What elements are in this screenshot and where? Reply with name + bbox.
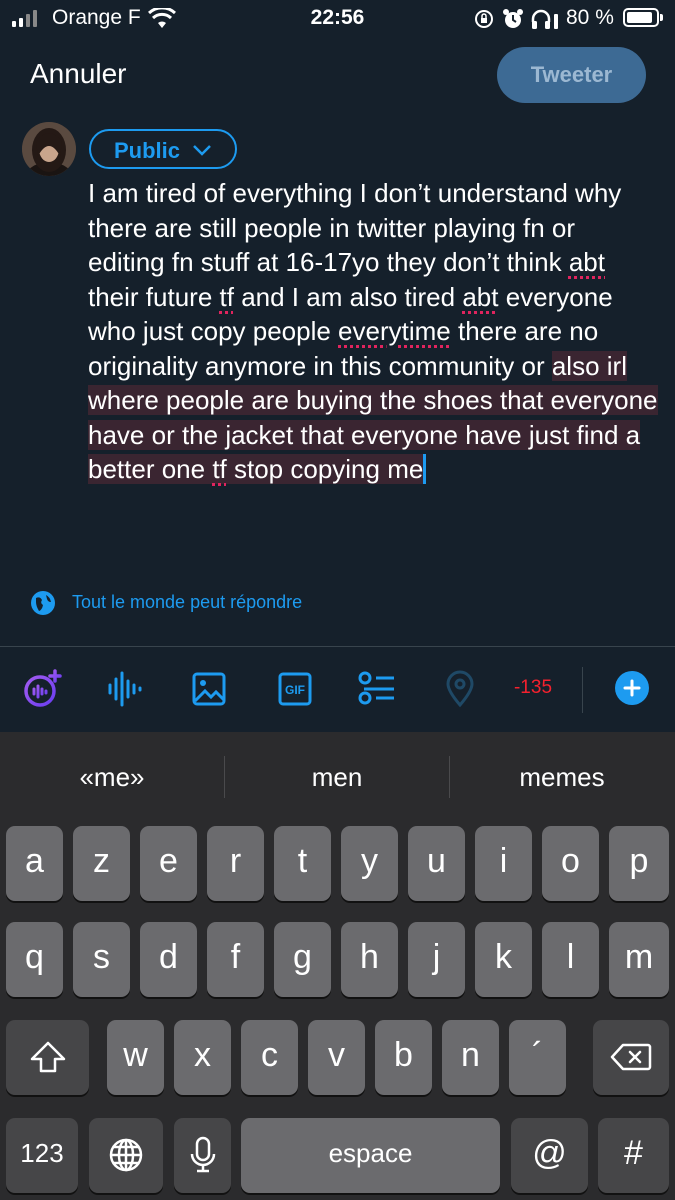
divider bbox=[224, 756, 225, 798]
key-y[interactable]: y bbox=[341, 826, 398, 901]
shift-key[interactable] bbox=[6, 1020, 89, 1095]
tweet-text-part: and I am also tired bbox=[233, 281, 463, 312]
at-key[interactable]: @ bbox=[511, 1118, 588, 1193]
misspelled-word[interactable]: abt bbox=[462, 282, 498, 312]
tweet-button[interactable]: Tweeter bbox=[497, 47, 646, 103]
key-g[interactable]: g bbox=[274, 922, 331, 997]
key-h[interactable]: h bbox=[341, 922, 398, 997]
shift-icon bbox=[30, 1041, 65, 1073]
alarm-icon bbox=[503, 9, 523, 28]
key-u[interactable]: u bbox=[408, 826, 465, 901]
key-p[interactable]: p bbox=[609, 826, 669, 901]
misspelled-word[interactable]: everytime bbox=[338, 316, 451, 346]
backspace-icon bbox=[610, 1043, 652, 1071]
key-r[interactable]: r bbox=[207, 826, 264, 901]
hash-key[interactable]: # bbox=[598, 1118, 669, 1193]
key-a[interactable]: a bbox=[6, 826, 63, 901]
battery-icon bbox=[623, 8, 663, 27]
gif-icon[interactable]: GIF bbox=[276, 669, 316, 709]
audio-icon[interactable] bbox=[104, 669, 144, 709]
avatar-image bbox=[22, 122, 76, 176]
divider bbox=[449, 756, 450, 798]
chevron-down-icon bbox=[193, 145, 211, 156]
battery-percent: 80 % bbox=[566, 6, 614, 29]
svg-text:GIF: GIF bbox=[285, 683, 305, 697]
key-t[interactable]: t bbox=[274, 826, 331, 901]
avatar[interactable] bbox=[22, 122, 76, 176]
tweet-text-input[interactable]: I am tired of everything I don’t underst… bbox=[88, 176, 658, 487]
suggestion-2[interactable]: men bbox=[226, 762, 448, 793]
key-s[interactable]: s bbox=[73, 922, 130, 997]
misspelled-word[interactable]: tf bbox=[212, 454, 227, 484]
key-d[interactable]: d bbox=[140, 922, 197, 997]
text-cursor bbox=[423, 454, 427, 484]
suggestion-3[interactable]: memes bbox=[451, 762, 673, 793]
image-icon[interactable] bbox=[190, 669, 230, 709]
key-c[interactable]: c bbox=[241, 1020, 298, 1095]
key-accent[interactable]: ´ bbox=[509, 1020, 566, 1095]
keyboard: «me» men memes a z e r t y u i o p q s d… bbox=[0, 732, 675, 1200]
over-limit-text: stop copying me bbox=[226, 454, 424, 484]
compose-toolbar: GIF -135 bbox=[0, 647, 675, 732]
globe-icon bbox=[109, 1138, 143, 1172]
key-o[interactable]: o bbox=[542, 826, 599, 901]
key-q[interactable]: q bbox=[6, 922, 63, 997]
key-e[interactable]: e bbox=[140, 826, 197, 901]
divider bbox=[582, 667, 583, 713]
key-w[interactable]: w bbox=[107, 1020, 164, 1095]
space-key[interactable]: espace bbox=[241, 1118, 500, 1193]
tweet-text-part: I am tired of everything I don’t underst… bbox=[88, 178, 622, 277]
misspelled-word[interactable]: abt bbox=[569, 247, 605, 277]
globe-key[interactable] bbox=[89, 1118, 163, 1193]
tweet-text-part: their future bbox=[88, 281, 220, 312]
key-m[interactable]: m bbox=[609, 922, 669, 997]
poll-icon[interactable] bbox=[356, 669, 396, 709]
cancel-button[interactable]: Annuler bbox=[30, 58, 127, 90]
key-f[interactable]: f bbox=[207, 922, 264, 997]
headphones-icon bbox=[531, 9, 558, 29]
key-v[interactable]: v bbox=[308, 1020, 365, 1095]
reply-setting-button[interactable]: Tout le monde peut répondre bbox=[72, 592, 302, 613]
key-k[interactable]: k bbox=[475, 922, 532, 997]
key-z[interactable]: z bbox=[73, 826, 130, 901]
dictation-key[interactable] bbox=[174, 1118, 231, 1193]
key-n[interactable]: n bbox=[442, 1020, 499, 1095]
numbers-key[interactable]: 123 bbox=[6, 1118, 78, 1193]
key-l[interactable]: l bbox=[542, 922, 599, 997]
audience-selector[interactable]: Public bbox=[89, 129, 237, 169]
spaces-icon[interactable] bbox=[22, 669, 62, 709]
misspelled-word[interactable]: tf bbox=[220, 282, 234, 312]
plus-icon bbox=[623, 679, 641, 697]
key-j[interactable]: j bbox=[408, 922, 465, 997]
backspace-key[interactable] bbox=[593, 1020, 669, 1095]
audience-label: Public bbox=[114, 138, 181, 163]
orientation-lock-icon bbox=[475, 10, 493, 28]
key-x[interactable]: x bbox=[174, 1020, 231, 1095]
suggestion-1[interactable]: «me» bbox=[1, 762, 223, 793]
status-bar: Orange F 22:56 80 % bbox=[0, 0, 675, 40]
character-counter: -135 bbox=[513, 677, 553, 698]
key-i[interactable]: i bbox=[475, 826, 532, 901]
location-icon[interactable] bbox=[442, 669, 482, 709]
globe-icon[interactable] bbox=[30, 590, 56, 616]
key-b[interactable]: b bbox=[375, 1020, 432, 1095]
microphone-icon bbox=[190, 1136, 215, 1173]
add-tweet-button[interactable] bbox=[615, 671, 649, 705]
